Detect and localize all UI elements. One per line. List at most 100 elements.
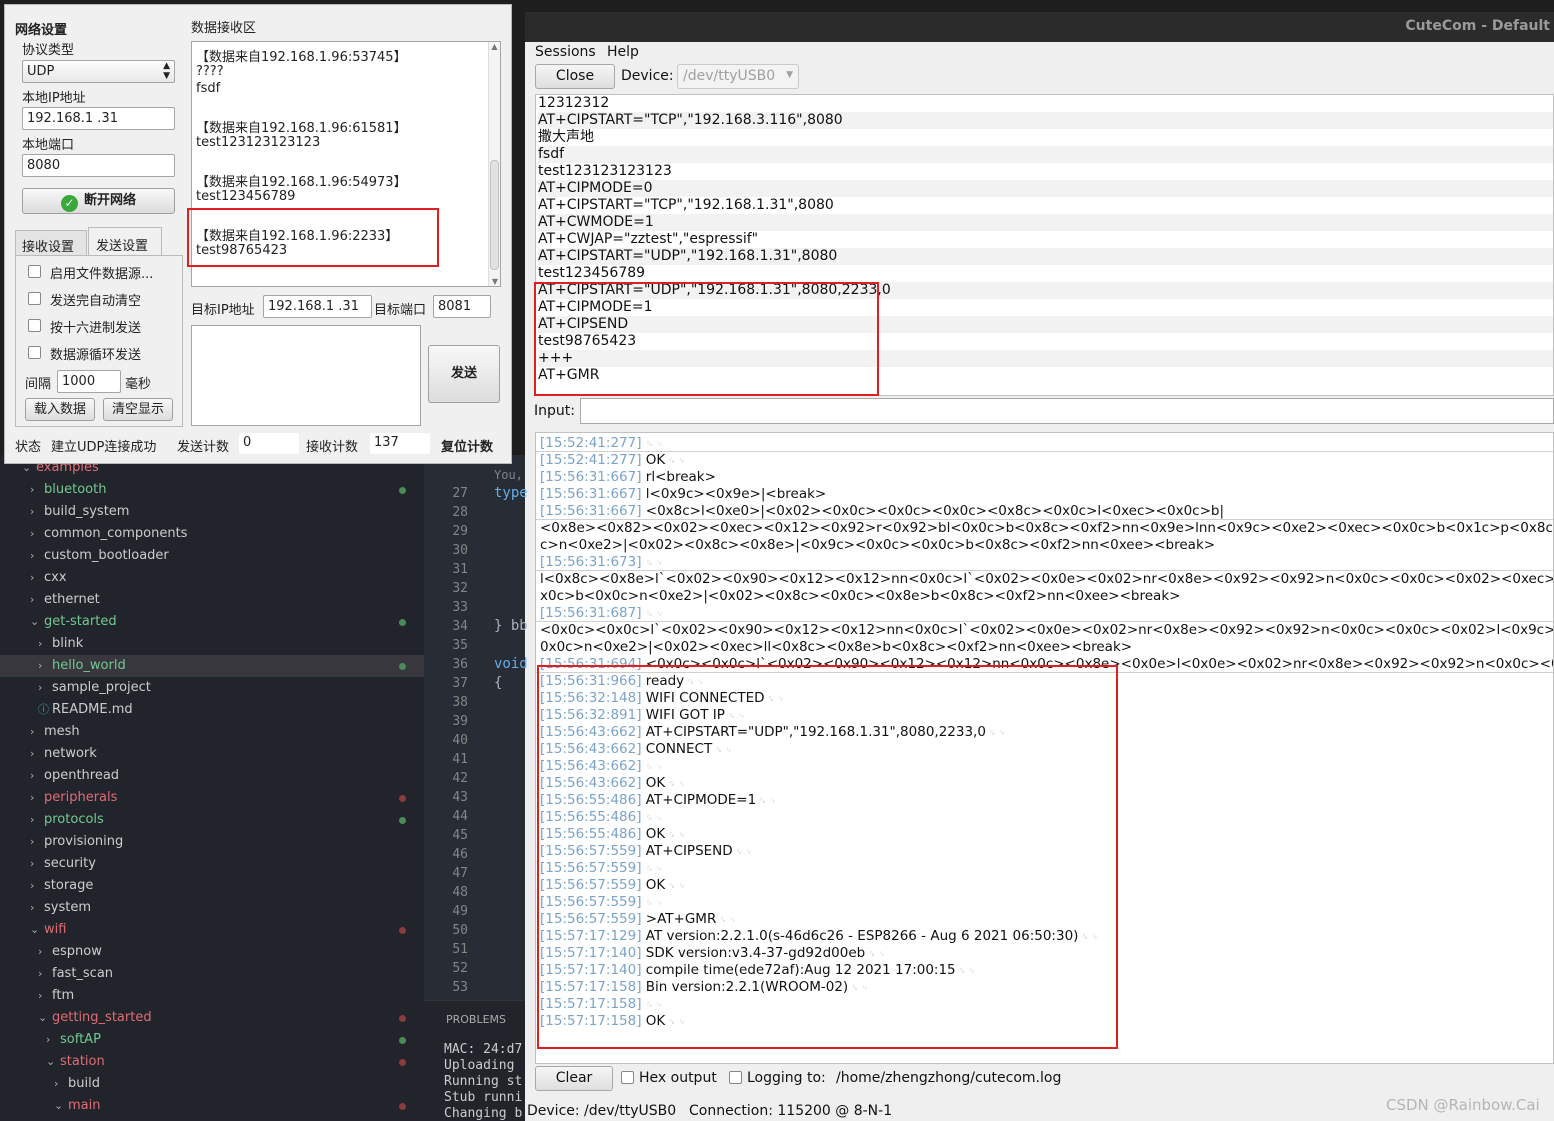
output-line: [15:56:31:687] ␍ ␊ [540,605,663,622]
scroll-up-icon[interactable]: ▲ [489,42,500,51]
explorer-item-protocols[interactable]: › protocols [0,809,424,831]
interval-input[interactable]: 1000 [57,370,121,393]
auto-clear-checkbox[interactable] [28,292,41,305]
disconnect-button[interactable]: ✓ 断开网络 [22,188,175,214]
send-textarea[interactable] [191,325,421,426]
explorer-item-fast-scan[interactable]: › fast_scan [0,963,424,985]
explorer-item-label: ethernet [44,592,100,607]
clear-button[interactable]: Clear [535,1066,613,1091]
log-path[interactable]: /home/zhengzhong/cutecom.log [836,1070,1061,1086]
history-item[interactable]: 撒大声地 [538,129,1553,146]
explorer-item-softap[interactable]: › softAP [0,1029,424,1051]
scroll-down-icon[interactable]: ▼ [489,277,501,286]
chevron-right-icon: › [38,989,43,1002]
scroll-thumb[interactable] [490,160,499,270]
explorer-item-ethernet[interactable]: › ethernet [0,589,424,611]
explorer-item-readme-md[interactable]: ⓘ README.md [0,699,424,721]
hex-send-checkbox[interactable] [28,319,41,332]
output-line: [15:52:41:277] ␍ ␊ [540,435,663,452]
explorer-item-hello-world[interactable]: › hello_world [0,655,424,677]
history-item[interactable]: AT+CIPSTART="TCP","192.168.3.116",8080 [538,112,1553,129]
explorer-item-cxx[interactable]: › cxx [0,567,424,589]
history-item[interactable]: AT+CWJAP="zztest","espressif" [538,231,1553,248]
history-item[interactable]: fsdf [538,146,1553,163]
git-status-dot [399,927,406,934]
explorer-item-system[interactable]: › system [0,897,424,919]
output-line: 0x0c>n<0xe2>|<0x02><0xec>ll<0x8c><0x8e>b… [540,639,1132,656]
explorer-item-getting-started[interactable]: ⌄ getting_started [0,1007,424,1029]
explorer-item-wifi[interactable]: ⌄ wifi [0,919,424,941]
hex-output-checkbox[interactable] [621,1071,634,1084]
history-item[interactable]: AT+CIPSTART="UDP","192.168.1.31",8080 [538,248,1553,265]
loop-send-checkbox[interactable] [28,346,41,359]
explorer-item-peripherals[interactable]: › peripherals [0,787,424,809]
line-number: 44 [452,809,468,824]
logging-label: Logging to: [747,1070,826,1086]
explorer-item-mesh[interactable]: › mesh [0,721,424,743]
explorer-item-openthread[interactable]: › openthread [0,765,424,787]
explorer-item-main[interactable]: ⌄ main [0,1095,424,1117]
explorer-item-network[interactable]: › network [0,743,424,765]
menu-sessions[interactable]: Sessions [535,44,596,60]
chevron-down-icon: ⌄ [54,1099,64,1112]
file-source-checkbox[interactable] [28,265,41,278]
explorer-item-get-started[interactable]: ⌄ get-started [0,611,424,633]
explorer-item-security[interactable]: › security [0,853,424,875]
history-item[interactable]: test123456789 [538,265,1553,282]
tab-send-settings[interactable]: 发送设置 [88,227,162,256]
logging-checkbox[interactable] [729,1071,742,1084]
explorer-item-common-components[interactable]: › common_components [0,523,424,545]
reset-count-button[interactable]: 复位计数 [441,436,493,455]
explorer-item-build[interactable]: › build [0,1073,424,1095]
explorer-item-station[interactable]: ⌄ station [0,1051,424,1073]
explorer-item-storage[interactable]: › storage [0,875,424,897]
history-item[interactable]: AT+CWMODE=1 [538,214,1553,231]
line-number: 38 [452,695,468,710]
explorer-item-custom-bootloader[interactable]: › custom_bootloader [0,545,424,567]
device-select[interactable]: /dev/ttyUSB0 ▼ [677,64,799,89]
chevron-right-icon: › [30,483,35,496]
terminal-line: MAC: 24:d7 [444,1042,523,1057]
explorer-item-build-system[interactable]: › build_system [0,501,424,523]
file-explorer: ⌄ examples › bluetooth › build_system › common_… [0,455,424,1121]
input-field[interactable] [580,398,1554,424]
problems-tab[interactable]: PROBLEMS [446,1013,506,1026]
history-item[interactable]: AT+CIPMODE=0 [538,180,1553,197]
history-item[interactable]: AT+CIPSTART="TCP","192.168.1.31",8080 [538,197,1553,214]
menu-help[interactable]: Help [607,44,639,60]
chevron-right-icon: › [38,659,43,672]
output-separator [536,451,1553,452]
output-text: <0x0c><0x0c>l`<0x02><0x90><0x12><0x12>nn… [540,622,1554,638]
explorer-item-label: build_system [44,504,130,519]
output-line: [15:56:31:667] rl<break> [540,469,716,486]
explorer-item-sample-project[interactable]: › sample_project [0,677,424,699]
output-line: [15:56:31:667] l<0x9c><0x9e>|<break> [540,486,826,503]
terminal-line: Running st [444,1074,523,1089]
recv-scrollbar[interactable]: ▲ ▼ [488,42,500,286]
recv-count-label: 接收计数 [306,440,359,455]
explorer-item-provisioning[interactable]: › provisioning [0,831,424,853]
close-button[interactable]: Close [535,64,615,89]
line-ending-icon: ␍ ␊ [645,559,664,569]
send-button[interactable]: 发送 [428,345,500,403]
target-ip-input[interactable]: 192.168.1 .31 [263,295,372,318]
recv-line: ???? [196,64,224,79]
explorer-item-label: peripherals [44,790,118,805]
protocol-select[interactable]: UDP ▲ ▼ [22,60,175,83]
tab-receive-settings[interactable]: 接收设置 [15,230,87,256]
explorer-item-espnow[interactable]: › espnow [0,941,424,963]
history-item[interactable]: 12312312 [538,95,1553,112]
git-status-dot [399,1059,406,1066]
history-item[interactable]: test123123123123 [538,163,1553,180]
local-port-input[interactable]: 8080 [22,154,175,177]
explorer-item-blink[interactable]: › blink [0,633,424,655]
output-timestamp: [15:52:41:277] [540,435,646,451]
explorer-item-label: softAP [60,1032,101,1047]
explorer-item-bluetooth[interactable]: › bluetooth [0,479,424,501]
load-data-button[interactable]: 载入数据 [25,398,95,421]
target-port-label: 目标端口 [374,303,427,318]
clear-display-button[interactable]: 清空显示 [103,398,173,421]
local-ip-input[interactable]: 192.168.1 .31 [22,107,175,130]
target-port-input[interactable]: 8081 [433,295,491,318]
explorer-item-ftm[interactable]: › ftm [0,985,424,1007]
